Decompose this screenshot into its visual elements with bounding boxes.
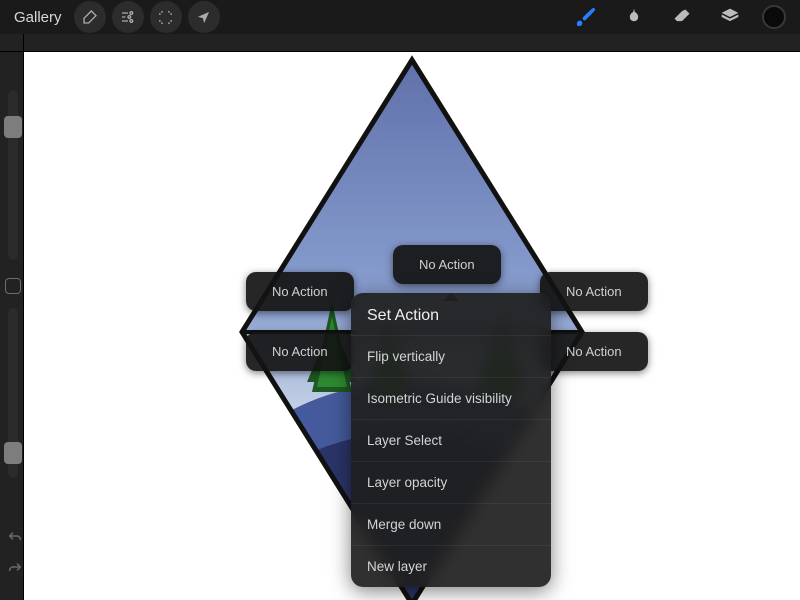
layers-icon[interactable]: [714, 1, 746, 33]
quickmenu-slot-top[interactable]: No Action: [393, 245, 501, 284]
opacity-knob[interactable]: [4, 442, 22, 464]
color-swatch[interactable]: [762, 5, 786, 29]
panel-title: Set Action: [351, 293, 551, 335]
actions-icon[interactable]: [74, 1, 106, 33]
action-merge-down[interactable]: Merge down: [351, 503, 551, 545]
selection-icon[interactable]: [150, 1, 182, 33]
ruler-corner: [0, 34, 24, 52]
redo-icon[interactable]: [6, 561, 24, 582]
action-layer-opacity[interactable]: Layer opacity: [351, 461, 551, 503]
set-action-panel: Set Action Flip vertically Isometric Gui…: [351, 293, 551, 587]
quickmenu-slot-left-lower[interactable]: No Action: [246, 332, 354, 371]
top-toolbar: Gallery: [0, 0, 800, 34]
ruler-horizontal: [24, 34, 800, 52]
quickmenu-slot-right-lower[interactable]: No Action: [540, 332, 648, 371]
smudge-icon[interactable]: [618, 1, 650, 33]
opacity-slider[interactable]: [8, 308, 18, 478]
quickmenu-slot-right-upper[interactable]: No Action: [540, 272, 648, 311]
eraser-icon[interactable]: [666, 1, 698, 33]
action-isometric-guide[interactable]: Isometric Guide visibility: [351, 377, 551, 419]
modify-button[interactable]: [5, 278, 21, 294]
adjustments-icon[interactable]: [112, 1, 144, 33]
transform-icon[interactable]: [188, 1, 220, 33]
action-layer-select[interactable]: Layer Select: [351, 419, 551, 461]
sidebar-sliders: [4, 90, 22, 492]
action-new-layer[interactable]: New layer: [351, 545, 551, 587]
brush-size-slider[interactable]: [8, 90, 18, 260]
brush-icon[interactable]: [570, 1, 602, 33]
action-flip-vertically[interactable]: Flip vertically: [351, 335, 551, 377]
quickmenu-slot-left-upper[interactable]: No Action: [246, 272, 354, 311]
brush-size-knob[interactable]: [4, 116, 22, 138]
undo-icon[interactable]: [6, 530, 24, 551]
gallery-button[interactable]: Gallery: [8, 5, 68, 30]
